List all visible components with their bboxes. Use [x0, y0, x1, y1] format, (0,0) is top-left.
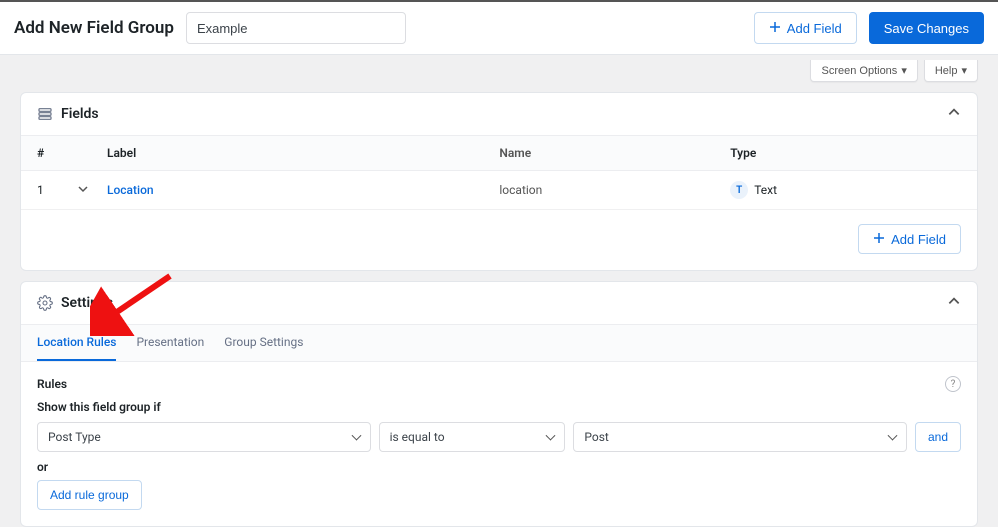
field-label-link[interactable]: Location — [107, 183, 154, 197]
col-header-label: Label — [107, 146, 499, 160]
settings-panel: Settings Location Rules Presentation Gro… — [20, 281, 978, 527]
col-header-number: # — [37, 146, 77, 160]
rule-value-select[interactable]: Post — [573, 422, 907, 452]
type-badge-icon: T — [730, 181, 748, 199]
settings-panel-title: Settings — [61, 295, 939, 311]
add-field-label: Add Field — [787, 21, 842, 36]
save-changes-label: Save Changes — [884, 21, 969, 36]
screen-options-button[interactable]: Screen Options ▾ — [810, 60, 917, 82]
tab-location-rules[interactable]: Location Rules — [37, 325, 116, 361]
help-button[interactable]: Help ▾ — [924, 60, 978, 82]
caret-down-icon: ▾ — [901, 64, 907, 77]
collapse-icon[interactable] — [947, 105, 961, 123]
add-field-button-bottom[interactable]: Add Field — [858, 224, 961, 254]
tab-presentation[interactable]: Presentation — [136, 325, 204, 361]
rule-or-label: or — [37, 460, 961, 474]
rules-hint: Show this field group if — [37, 400, 961, 414]
gear-icon — [37, 295, 53, 311]
add-field-button-top[interactable]: Add Field — [754, 12, 857, 44]
rule-row: Post Type is equal to Post and — [37, 422, 961, 452]
col-header-type: Type — [730, 146, 961, 160]
screen-options-row: Screen Options ▾ Help ▾ — [0, 55, 998, 82]
plus-icon — [769, 21, 781, 36]
save-changes-button[interactable]: Save Changes — [869, 12, 984, 44]
row-number: 1 — [37, 183, 77, 197]
fields-panel-header: Fields — [21, 93, 977, 135]
collapse-icon[interactable] — [947, 294, 961, 312]
fields-panel-title: Fields — [61, 106, 939, 122]
rules-title: Rules — [37, 377, 945, 391]
settings-tabs: Location Rules Presentation Group Settin… — [21, 324, 977, 362]
caret-down-icon: ▾ — [961, 64, 967, 77]
field-name: location — [499, 183, 730, 197]
rule-operator-select[interactable]: is equal to — [379, 422, 566, 452]
rule-and-button[interactable]: and — [915, 422, 961, 452]
plus-icon — [873, 232, 885, 247]
add-field-label: Add Field — [891, 232, 946, 247]
fields-table: # Label Name Type 1 Location location T … — [21, 135, 977, 210]
expand-row-icon[interactable] — [77, 183, 107, 198]
help-icon[interactable]: ? — [945, 376, 961, 392]
table-row[interactable]: 1 Location location T Text — [21, 171, 977, 210]
field-type: Text — [754, 183, 777, 197]
settings-panel-header: Settings — [21, 282, 977, 324]
rules-body: Rules ? Show this field group if Post Ty… — [21, 362, 977, 526]
fields-icon — [37, 106, 53, 122]
field-group-title-input[interactable] — [186, 12, 406, 44]
fields-panel: Fields # Label Name Type 1 Location loca… — [20, 92, 978, 271]
fields-table-header: # Label Name Type — [21, 135, 977, 171]
rule-param-select[interactable]: Post Type — [37, 422, 371, 452]
page-title: Add New Field Group — [14, 18, 174, 38]
tab-group-settings[interactable]: Group Settings — [224, 325, 303, 361]
top-bar: Add New Field Group Add Field Save Chang… — [0, 2, 998, 55]
add-rule-group-button[interactable]: Add rule group — [37, 480, 142, 510]
col-header-name: Name — [499, 146, 730, 160]
